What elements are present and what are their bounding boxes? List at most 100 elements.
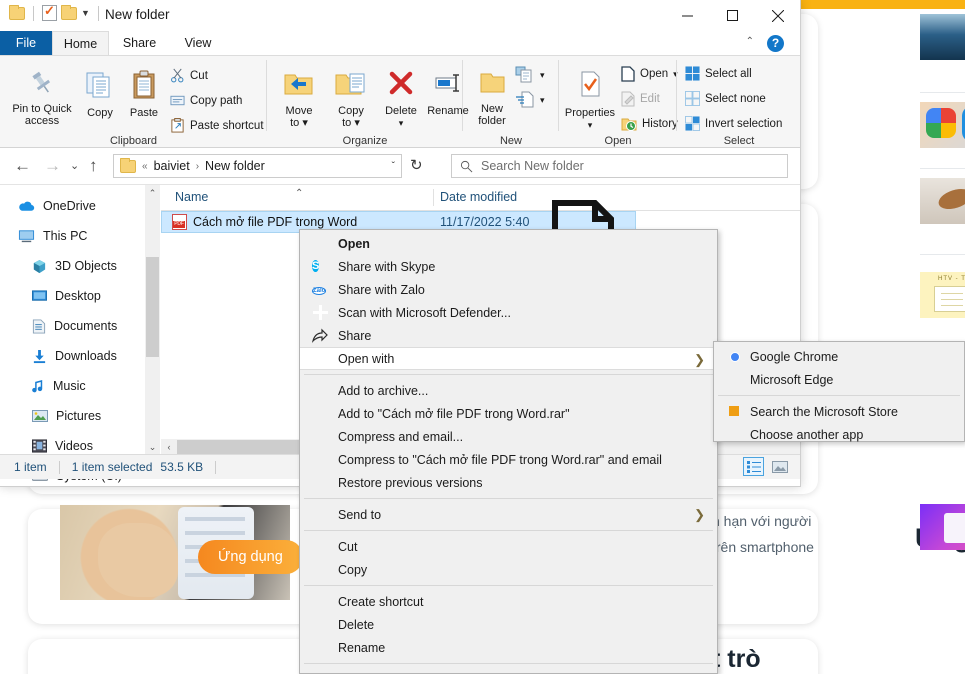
history-button[interactable]: History xyxy=(621,116,678,132)
details-view-button[interactable] xyxy=(743,457,764,476)
copy-to-button[interactable]: Copy to ▾ xyxy=(327,70,375,130)
rename-icon xyxy=(435,74,459,92)
copy-path-label: Copy path xyxy=(190,94,243,107)
up-button[interactable]: ↑ xyxy=(89,156,98,176)
collapse-ribbon-icon[interactable]: ⌃ xyxy=(746,36,754,47)
pin-icon xyxy=(32,71,51,93)
scroll-down-icon[interactable]: ⌄ xyxy=(145,439,160,455)
refresh-button[interactable]: ↻ xyxy=(410,156,423,174)
scrollbar-thumb[interactable] xyxy=(146,257,159,357)
menu-item-scan-with-defender[interactable]: Scan with Microsoft Defender... xyxy=(300,301,717,324)
menu-item-create-shortcut[interactable]: Create shortcut xyxy=(300,590,717,613)
submenu-item-google-chrome[interactable]: Google Chrome xyxy=(714,345,964,368)
menu-item-compress-to-named-and-email[interactable]: Compress to "Cách mở file PDF trong Word… xyxy=(300,448,717,471)
navigation-scrollbar[interactable]: ⌃ ⌄ xyxy=(145,185,160,455)
view-mode-toggle[interactable] xyxy=(743,457,790,476)
context-menu[interactable]: Open S Share with Skype Zalo Share with … xyxy=(299,229,718,674)
menu-item-add-to-archive[interactable]: Add to archive... xyxy=(300,379,717,402)
menu-item-restore-previous-versions[interactable]: Restore previous versions xyxy=(300,471,717,494)
column-header-name[interactable]: Name xyxy=(175,190,208,204)
menu-item-share-with-zalo[interactable]: Zalo Share with Zalo xyxy=(300,278,717,301)
large-icons-view-button[interactable] xyxy=(769,457,790,476)
menu-item-share-with-skype[interactable]: S Share with Skype xyxy=(300,255,717,278)
properties-button[interactable]: Properties ▾ xyxy=(561,70,619,132)
sidebar-item-music[interactable]: Music xyxy=(0,371,145,401)
cut-button[interactable]: Cut xyxy=(170,68,208,83)
select-none-button[interactable]: Select none xyxy=(685,91,766,106)
easy-access-button[interactable]: ▾ xyxy=(515,91,545,109)
sidebar-item-onedrive[interactable]: OneDrive xyxy=(0,191,145,221)
close-button[interactable] xyxy=(755,0,800,31)
properties-check-icon[interactable] xyxy=(42,3,57,21)
menu-item-share[interactable]: Share xyxy=(300,324,717,347)
menu-separator xyxy=(718,395,960,396)
chevron-down-icon[interactable]: ˇ xyxy=(392,161,395,172)
menu-item-compress-and-email[interactable]: Compress and email... xyxy=(300,425,717,448)
skype-icon: S xyxy=(312,260,320,272)
menu-label: Rename xyxy=(338,640,386,655)
forward-button[interactable]: → xyxy=(44,156,61,176)
tab-share[interactable]: Share xyxy=(112,31,167,55)
scroll-left-icon[interactable]: ‹ xyxy=(161,439,177,455)
move-to-button[interactable]: Move to ▾ xyxy=(275,70,323,130)
minimize-button[interactable] xyxy=(665,0,710,31)
search-box[interactable]: Search New folder xyxy=(451,154,788,178)
sidebar-item-desktop[interactable]: Desktop xyxy=(0,281,145,311)
menu-label: Compress to "Cách mở file PDF trong Word… xyxy=(338,452,662,467)
sidebar-item-pictures[interactable]: Pictures xyxy=(0,401,145,431)
menu-item-send-to[interactable]: Send to ❯ xyxy=(300,503,717,526)
menu-item-rename[interactable]: Rename xyxy=(300,636,717,659)
pin-to-quick-access-button[interactable]: Pin to Quick access xyxy=(8,70,76,128)
breadcrumb-item-new-folder[interactable]: New folder xyxy=(205,159,265,173)
sidebar-item-this-pc[interactable]: This PC xyxy=(0,221,145,251)
copy-button[interactable]: Copy xyxy=(80,70,120,119)
sidebar-item-3d-objects[interactable]: 3D Objects xyxy=(0,251,145,281)
sidebar-item-downloads[interactable]: Downloads xyxy=(0,341,145,371)
back-button[interactable]: ← xyxy=(14,156,31,176)
new-folder-icon[interactable] xyxy=(61,4,77,20)
menu-label: Copy xyxy=(338,562,368,577)
breadcrumb-item-baiviet[interactable]: baiviet xyxy=(154,159,190,173)
select-all-icon xyxy=(685,66,700,81)
menu-item-add-to-named-archive[interactable]: Add to "Cách mở file PDF trong Word.rar" xyxy=(300,402,717,425)
menu-item-properties[interactable]: Properties xyxy=(300,668,717,674)
address-bar[interactable]: « baiviet › New folder ˇ xyxy=(113,154,402,178)
recent-locations-button[interactable]: ⌄ xyxy=(70,159,79,172)
tab-home[interactable]: Home xyxy=(52,31,109,55)
quick-access-toolbar[interactable]: ▼ xyxy=(9,3,103,21)
menu-item-open[interactable]: Open xyxy=(300,232,717,255)
paste-shortcut-button[interactable]: Paste shortcut xyxy=(170,118,264,133)
sidebar-label: Downloads xyxy=(55,349,117,363)
maximize-button[interactable] xyxy=(710,0,755,31)
menu-item-open-with[interactable]: Open with ❯ xyxy=(300,347,717,370)
help-button[interactable]: ? xyxy=(767,35,784,52)
delete-button[interactable]: Delete ▾ xyxy=(379,70,423,130)
submenu-item-search-microsoft-store[interactable]: Search the Microsoft Store xyxy=(714,400,964,423)
new-item-button[interactable]: ▾ xyxy=(515,66,545,84)
select-all-button[interactable]: Select all xyxy=(685,66,752,81)
cut-label: Cut xyxy=(190,69,208,82)
breadcrumb-overflow[interactable]: « xyxy=(142,161,148,172)
new-folder-button[interactable]: New folder xyxy=(469,70,515,128)
copy-path-button[interactable]: Copy path xyxy=(170,93,242,108)
column-header-date-modified[interactable]: Date modified xyxy=(440,190,517,204)
move-to-icon xyxy=(284,74,313,95)
new-folder-label-1: New xyxy=(480,102,503,115)
tab-view[interactable]: View xyxy=(172,31,224,55)
menu-item-delete[interactable]: Delete xyxy=(300,613,717,636)
folder-icon[interactable] xyxy=(9,4,25,20)
menu-item-cut[interactable]: Cut xyxy=(300,535,717,558)
paste-button[interactable]: Paste xyxy=(124,70,164,119)
tab-file[interactable]: File xyxy=(0,31,52,55)
menu-label: Share with Skype xyxy=(338,259,436,274)
open-with-submenu[interactable]: Google Chrome Microsoft Edge Search the … xyxy=(713,341,965,442)
sidebar-item-documents[interactable]: Documents xyxy=(0,311,145,341)
menu-item-copy[interactable]: Copy xyxy=(300,558,717,581)
chevron-down-icon[interactable]: ▼ xyxy=(81,8,90,18)
pictures-icon xyxy=(32,409,48,422)
submenu-item-choose-another-app[interactable]: Choose another app xyxy=(714,423,964,446)
submenu-item-microsoft-edge[interactable]: Microsoft Edge xyxy=(714,368,964,391)
invert-selection-button[interactable]: Invert selection xyxy=(685,116,782,131)
scroll-up-icon[interactable]: ⌃ xyxy=(145,185,160,201)
open-button[interactable]: Open ▾ xyxy=(621,66,678,82)
